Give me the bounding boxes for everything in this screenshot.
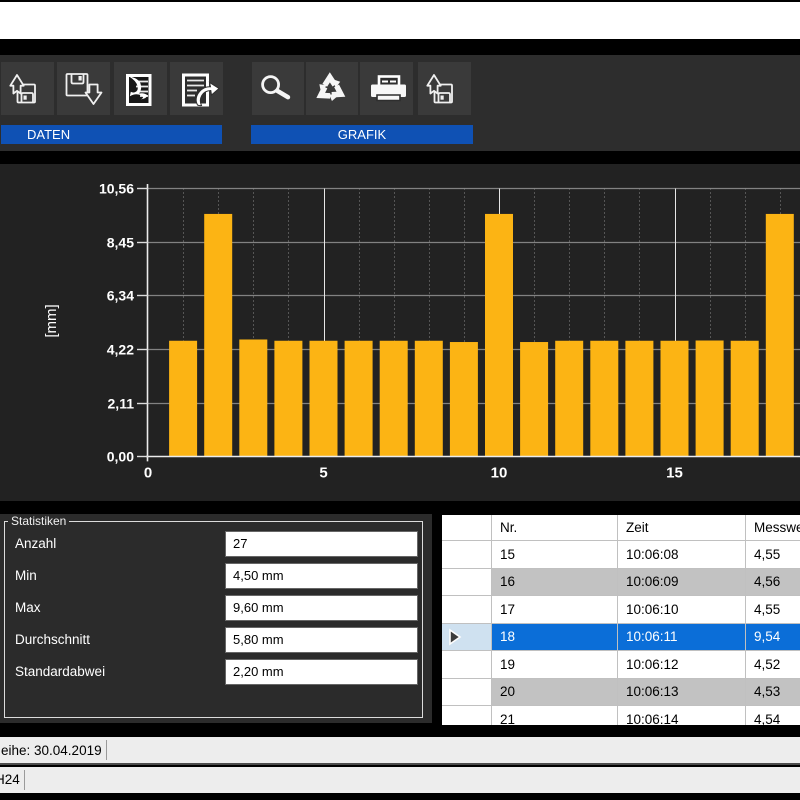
svg-text:5: 5 — [319, 464, 327, 481]
svg-text:15: 15 — [666, 464, 683, 481]
svg-text:2,11: 2,11 — [108, 396, 135, 412]
svg-text:0: 0 — [144, 464, 152, 481]
svg-text:10: 10 — [491, 464, 508, 481]
svg-text:8,45: 8,45 — [107, 235, 134, 251]
svg-text:10,56: 10,56 — [99, 181, 134, 197]
svg-text:6,34: 6,34 — [107, 288, 134, 304]
svg-text:0,00: 0,00 — [107, 449, 134, 465]
svg-text:4,22: 4,22 — [107, 342, 134, 358]
svg-text:[mm]: [mm] — [43, 304, 60, 337]
